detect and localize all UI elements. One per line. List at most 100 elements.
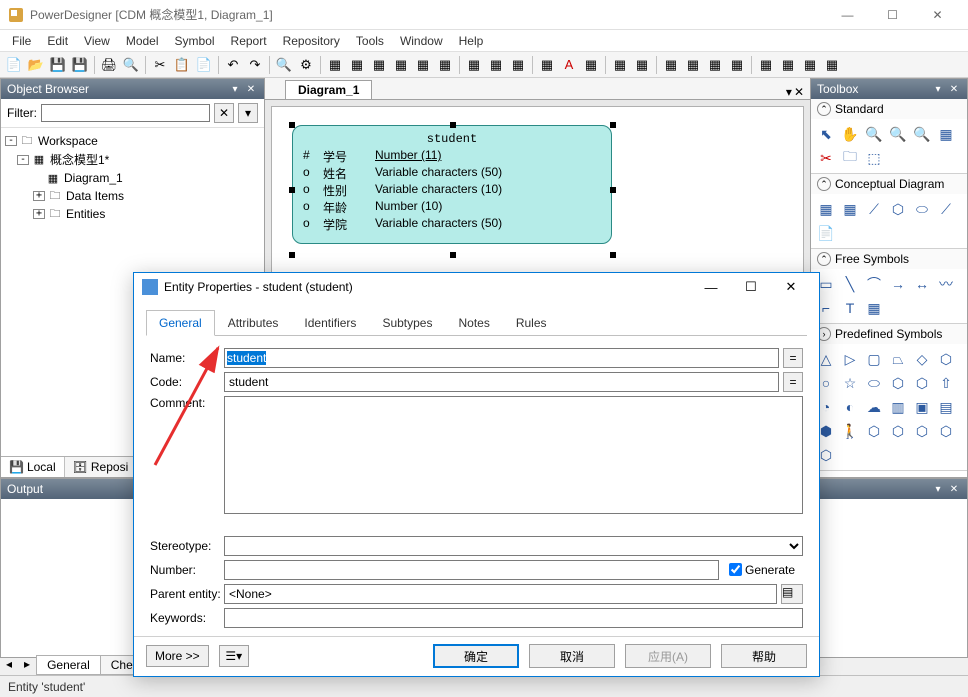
text-icon[interactable]: T (839, 297, 861, 319)
parent-browse-button[interactable]: ▤ (781, 584, 803, 604)
resize-handle[interactable] (450, 252, 456, 258)
tab-attributes[interactable]: Attributes (215, 310, 292, 336)
prop-icon[interactable]: ⚙ (296, 55, 316, 75)
tab-subtypes[interactable]: Subtypes (369, 310, 445, 336)
open-icon[interactable]: 📂 (26, 55, 46, 75)
shield-icon[interactable]: ⬡ (911, 372, 933, 394)
preview-icon[interactable]: 🔍 (121, 55, 141, 75)
file-icon[interactable]: 📄 (815, 222, 837, 244)
tb-icon[interactable]: ▦ (413, 55, 433, 75)
shape-icon[interactable]: ⬡ (887, 420, 909, 442)
paste-icon[interactable]: 📄 (194, 55, 214, 75)
parent-input[interactable] (224, 584, 777, 604)
arc-icon[interactable]: ⌒ (863, 273, 885, 295)
resize-handle[interactable] (610, 252, 616, 258)
expand-icon[interactable]: + (33, 191, 45, 201)
tb-icon[interactable]: ▦ (325, 55, 345, 75)
dialog-titlebar[interactable]: Entity Properties - student (student) — … (134, 273, 819, 302)
tab-general[interactable]: General (36, 655, 101, 675)
tb-icon[interactable]: ▦ (369, 55, 389, 75)
tb-icon[interactable]: ▦ (486, 55, 506, 75)
save-icon[interactable]: 💾 (48, 55, 68, 75)
tool-icon[interactable]: ▦ (935, 123, 957, 145)
tab-menu-icon[interactable]: ▾ (786, 85, 792, 99)
arrow-icon[interactable]: → (887, 273, 909, 295)
tb-icon[interactable]: ▦ (610, 55, 630, 75)
cut-icon[interactable]: ✂ (150, 55, 170, 75)
comment-textarea[interactable] (224, 396, 803, 514)
print-icon[interactable]: 🖨 (99, 55, 119, 75)
shape-icon[interactable]: ⬡ (911, 420, 933, 442)
pin-icon[interactable]: ▾ (931, 482, 945, 496)
zoom-icon[interactable]: 🔍 (911, 123, 933, 145)
tb-icon[interactable]: ▦ (464, 55, 484, 75)
square-icon[interactable]: ▢ (863, 348, 885, 370)
collapse-icon[interactable]: - (5, 136, 17, 146)
inherit-icon[interactable]: ⬡ (887, 198, 909, 220)
menu-button[interactable]: ☰▾ (219, 645, 249, 667)
ellipse-icon[interactable]: ⬭ (863, 372, 885, 394)
tb-icon[interactable]: ▦ (705, 55, 725, 75)
resize-handle[interactable] (289, 122, 295, 128)
entity-icon[interactable]: ▦ (815, 198, 837, 220)
cut-icon[interactable]: ✂ (815, 147, 837, 169)
jagged-icon[interactable]: 〰 (935, 273, 957, 295)
tb-icon[interactable]: ▦ (756, 55, 776, 75)
keywords-input[interactable] (224, 608, 803, 628)
tree-entities[interactable]: + 🗀 Entities (5, 205, 260, 223)
collapse-icon[interactable]: ⌃ (817, 252, 831, 266)
menu-edit[interactable]: Edit (39, 32, 76, 50)
more-button[interactable]: More >> (146, 645, 209, 667)
menu-window[interactable]: Window (392, 32, 451, 50)
tab-nav-left-icon[interactable]: ◂ (0, 655, 18, 675)
tree-workspace[interactable]: - 🗀 Workspace (5, 132, 260, 150)
menu-help[interactable]: Help (451, 32, 492, 50)
new-icon[interactable]: 📄 (4, 55, 24, 75)
collapse-icon[interactable]: ⌃ (817, 177, 831, 191)
collapse-icon[interactable]: - (17, 155, 29, 165)
form-icon[interactable]: ▤ (935, 396, 957, 418)
resize-handle[interactable] (610, 122, 616, 128)
zoom-out-icon[interactable]: 🔍 (887, 123, 909, 145)
resize-handle[interactable] (610, 187, 616, 193)
menu-repository[interactable]: Repository (275, 32, 348, 50)
copy-icon[interactable]: 📋 (172, 55, 192, 75)
tab-general[interactable]: General (146, 310, 215, 336)
tb-icon[interactable]: ▦ (800, 55, 820, 75)
tab-identifiers[interactable]: Identifiers (291, 310, 369, 336)
menu-view[interactable]: View (76, 32, 118, 50)
entity-student[interactable]: student #学号Number (11) o姓名Variable chara… (292, 125, 612, 244)
tb-icon[interactable]: ▦ (391, 55, 411, 75)
tool-icon[interactable]: ▦ (863, 297, 885, 319)
font-icon[interactable]: A (559, 55, 579, 75)
menu-file[interactable]: File (4, 32, 39, 50)
diamond-icon[interactable]: ◇ (911, 348, 933, 370)
half-icon[interactable]: ◐ (839, 396, 861, 418)
folder-icon[interactable]: 🗀 (839, 147, 861, 169)
filter-clear-button[interactable]: ✕ (214, 103, 234, 123)
resize-handle[interactable] (289, 252, 295, 258)
ok-button[interactable]: 确定 (433, 644, 519, 668)
close-icon[interactable]: ✕ (947, 82, 961, 96)
dialog-maximize-button[interactable]: ☐ (731, 273, 771, 301)
hexagon-icon[interactable]: ⬡ (935, 348, 957, 370)
tb-icon[interactable]: ▦ (727, 55, 747, 75)
generate-checkbox[interactable]: Generate (729, 563, 803, 577)
tb-icon[interactable]: ▦ (537, 55, 557, 75)
shape-icon[interactable]: ⬡ (887, 372, 909, 394)
close-icon[interactable]: ✕ (947, 482, 961, 496)
zoom-in-icon[interactable]: 🔍 (863, 123, 885, 145)
tab-rules[interactable]: Rules (503, 310, 560, 336)
expand-icon[interactable]: + (33, 209, 45, 219)
code-sync-button[interactable]: = (783, 372, 803, 392)
pin-icon[interactable]: ▾ (931, 82, 945, 96)
tb-icon[interactable]: ▦ (347, 55, 367, 75)
menu-symbol[interactable]: Symbol (167, 32, 223, 50)
grab-icon[interactable]: ✋ (839, 123, 861, 145)
tb-icon[interactable]: ▦ (822, 55, 842, 75)
diagram-tab[interactable]: Diagram_1 (285, 80, 372, 99)
stereotype-select[interactable] (224, 536, 803, 556)
cloud-icon[interactable]: ☁ (863, 396, 885, 418)
menu-tools[interactable]: Tools (348, 32, 392, 50)
pointer-icon[interactable]: ⬉ (815, 123, 837, 145)
